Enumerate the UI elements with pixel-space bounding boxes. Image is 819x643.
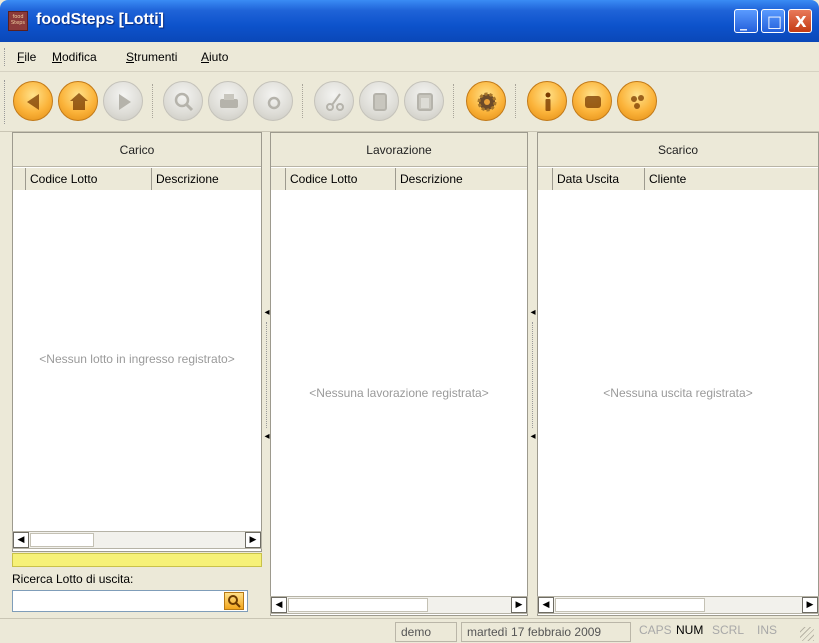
- menu-modifica[interactable]: Modifica: [52, 50, 97, 64]
- settings-gear-icon: [477, 92, 497, 112]
- info-button[interactable]: [527, 81, 567, 121]
- scroll-left-icon[interactable]: ◀: [271, 597, 287, 613]
- book-icon: [585, 96, 601, 108]
- info-icon: [545, 92, 551, 111]
- carico-title: Carico: [13, 133, 261, 167]
- status-caps: CAPS: [639, 623, 672, 637]
- print-button[interactable]: [208, 81, 248, 121]
- splitter-grip: [532, 322, 534, 428]
- forward-button[interactable]: [103, 81, 143, 121]
- home-button[interactable]: [58, 81, 98, 121]
- search-icon: [228, 595, 241, 608]
- minimize-button[interactable]: _: [734, 9, 758, 33]
- menu-aiuto[interactable]: Aiuto: [201, 50, 228, 64]
- back-button[interactable]: [13, 81, 53, 121]
- carico-collapse-bar[interactable]: [12, 553, 262, 567]
- paste-button[interactable]: [404, 81, 444, 121]
- scroll-right-icon[interactable]: ▶: [245, 532, 261, 548]
- close-button[interactable]: X: [788, 9, 812, 33]
- scroll-thumb[interactable]: [288, 598, 428, 612]
- paste-icon: [417, 93, 433, 111]
- scarico-title: Scarico: [538, 133, 818, 167]
- title-bar: food Steps foodSteps [Lotti] _ □ X: [0, 0, 819, 42]
- search-label: Ricerca Lotto di uscita:: [12, 572, 134, 586]
- search-input[interactable]: [12, 590, 248, 612]
- collapse-left-icon[interactable]: ◂: [529, 428, 537, 446]
- column-data-uscita[interactable]: Data Uscita: [552, 168, 644, 190]
- cut-icon: [326, 93, 344, 111]
- column-codice-lotto[interactable]: Codice Lotto: [285, 168, 395, 190]
- column-descrizione[interactable]: Descrizione: [395, 168, 527, 190]
- window-title: foodSteps [Lotti]: [36, 11, 164, 28]
- status-user: demo: [395, 622, 457, 642]
- toolbar-grip: [4, 80, 7, 124]
- menu-grip: [4, 48, 7, 66]
- app-logo-icon: food Steps: [8, 11, 28, 31]
- maximize-button[interactable]: □: [761, 9, 785, 33]
- lavorazione-title: Lavorazione: [271, 133, 527, 167]
- scroll-thumb[interactable]: [555, 598, 705, 612]
- toolbar-separator: [515, 84, 517, 118]
- toolbar-separator: [302, 84, 304, 118]
- lavorazione-empty-message: <Nessuna lavorazione registrata>: [309, 386, 489, 400]
- scroll-right-icon[interactable]: ▶: [511, 597, 527, 613]
- scroll-left-icon[interactable]: ◀: [538, 597, 554, 613]
- splitter-grip: [266, 322, 268, 428]
- preview-icon: [267, 96, 281, 110]
- row-marker-header: [13, 168, 25, 190]
- lavorazione-panel: Lavorazione Codice Lotto Descrizione <Ne…: [270, 132, 528, 616]
- lavorazione-horizontal-scrollbar[interactable]: ◀ ▶: [270, 596, 528, 614]
- copy-icon: [373, 93, 387, 111]
- lavorazione-column-header: Codice Lotto Descrizione: [271, 168, 527, 190]
- status-bar: demo martedì 17 febbraio 2009 CAPS NUM S…: [0, 618, 819, 643]
- scarico-column-header: Data Uscita Cliente: [538, 168, 818, 190]
- toolbar-separator: [152, 84, 154, 118]
- search-icon: [174, 92, 194, 112]
- cut-button[interactable]: [314, 81, 354, 121]
- palette-icon: [631, 95, 644, 109]
- row-marker-header: [271, 168, 285, 190]
- row-marker-header: [538, 168, 552, 190]
- menu-file[interactable]: File: [17, 50, 36, 64]
- search-lotto-button[interactable]: [224, 592, 244, 610]
- status-ins: INS: [757, 623, 778, 637]
- toolbar-separator: [453, 84, 455, 118]
- search-area: Ricerca Lotto di uscita:: [12, 568, 262, 616]
- status-num: NUM: [676, 623, 704, 637]
- carico-horizontal-scrollbar[interactable]: ◀ ▶: [12, 531, 262, 549]
- scroll-thumb[interactable]: [30, 533, 94, 547]
- menu-strumenti[interactable]: Strumenti: [126, 50, 177, 64]
- scarico-panel: Scarico Data Uscita Cliente <Nessuna usc…: [537, 132, 819, 616]
- carico-column-header: Codice Lotto Descrizione: [13, 168, 261, 190]
- column-descrizione[interactable]: Descrizione: [151, 168, 261, 190]
- home-icon: [70, 93, 88, 110]
- print-icon: [220, 94, 238, 108]
- column-codice-lotto[interactable]: Codice Lotto: [25, 168, 151, 190]
- status-date: martedì 17 febbraio 2009: [461, 622, 631, 642]
- carico-panel: Carico Codice Lotto Descrizione <Nessun …: [12, 132, 262, 552]
- status-scrl: SCRL: [712, 623, 745, 637]
- scroll-left-icon[interactable]: ◀: [13, 532, 29, 548]
- scarico-horizontal-scrollbar[interactable]: ◀ ▶: [537, 596, 819, 614]
- column-cliente[interactable]: Cliente: [644, 168, 818, 190]
- search-button[interactable]: [163, 81, 203, 121]
- resize-grip-icon[interactable]: [800, 627, 814, 641]
- settings-button[interactable]: [466, 81, 506, 121]
- copy-button[interactable]: [359, 81, 399, 121]
- palette-button[interactable]: [617, 81, 657, 121]
- collapse-left-icon[interactable]: ◂: [529, 304, 537, 322]
- book-button[interactable]: [572, 81, 612, 121]
- scroll-right-icon[interactable]: ▶: [802, 597, 818, 613]
- back-arrow-icon: [27, 94, 39, 110]
- forward-arrow-icon: [119, 94, 131, 110]
- scarico-empty-message: <Nessuna uscita registrata>: [603, 386, 753, 400]
- carico-empty-message: <Nessun lotto in ingresso registrato>: [39, 352, 235, 366]
- preview-button[interactable]: [253, 81, 293, 121]
- menu-bar: File Modifica Strumenti Aiuto: [0, 42, 819, 72]
- toolbar: [0, 72, 819, 132]
